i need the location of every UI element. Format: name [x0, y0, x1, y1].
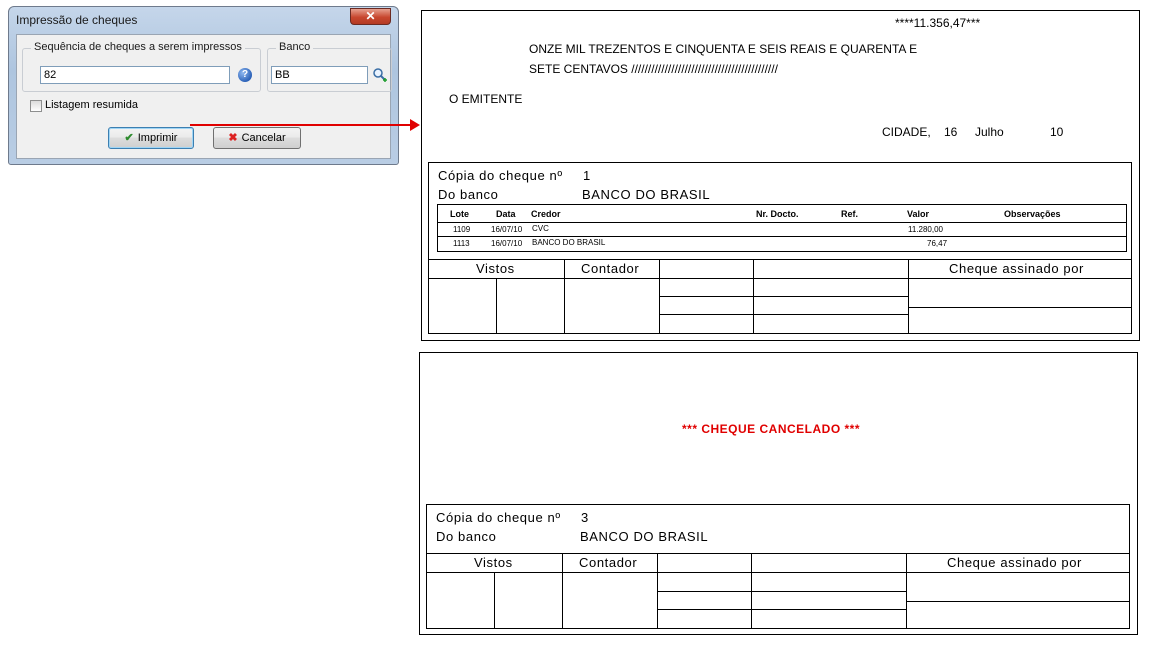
- row1-valor: 11.280,00: [908, 225, 943, 234]
- col-data: Data: [496, 209, 516, 219]
- cancel-button[interactable]: ✖ Cancelar: [213, 127, 301, 149]
- print-button[interactable]: ✔ Imprimir: [108, 127, 194, 149]
- entries-table: Lote Data Credor Nr. Docto. Ref. Valor O…: [437, 204, 1127, 252]
- bank-label: Do banco: [438, 187, 499, 202]
- cancelled-message: *** CHEQUE CANCELADO ***: [682, 422, 861, 436]
- col-valor: Valor: [907, 209, 930, 219]
- pointer-arrow: [190, 124, 412, 126]
- row2-credor: BANCO DO BRASIL: [532, 238, 606, 247]
- year: 10: [1050, 125, 1064, 139]
- bank-input[interactable]: BB: [271, 66, 368, 84]
- mid-line-2-2: [657, 609, 906, 610]
- bank-group: Banco BB: [267, 41, 392, 92]
- amount-words-line2: SETE CENTAVOS //////////////////////////…: [529, 62, 778, 76]
- copy-box-2: Cópia do cheque nº 3 Do banco BANCO DO B…: [426, 504, 1130, 629]
- row1-lote: 1109: [453, 225, 471, 234]
- search-icon[interactable]: [372, 67, 388, 83]
- copy-label-2: Cópia do cheque nº: [436, 510, 561, 525]
- row1-data: 16/07/10: [491, 225, 523, 234]
- print-cheques-dialog: Impressão de cheques ✕ Sequência de cheq…: [8, 6, 399, 165]
- col-nr-docto: Nr. Docto.: [756, 209, 799, 219]
- dialog-title: Impressão de cheques: [16, 13, 138, 27]
- copy-label: Cópia do cheque nº: [438, 168, 563, 183]
- summary-checkbox[interactable]: [30, 100, 42, 112]
- vistos-header-2: Vistos: [474, 555, 513, 570]
- amount-words-line1: ONZE MIL TREZENTOS E CINQUENTA E SEIS RE…: [529, 42, 918, 56]
- row2-valor: 76,47: [927, 239, 948, 248]
- sequence-input[interactable]: 82: [40, 66, 230, 84]
- day: 16: [944, 125, 958, 139]
- month: Julho: [975, 125, 1004, 139]
- sign-grid-top: [429, 259, 1131, 260]
- col-lote: Lote: [450, 209, 469, 219]
- print-button-label: Imprimir: [137, 132, 178, 144]
- bank-name: BANCO DO BRASIL: [582, 187, 711, 202]
- help-icon[interactable]: ?: [238, 68, 252, 82]
- bank-name-2: BANCO DO BRASIL: [580, 529, 709, 544]
- x-icon: ✖: [228, 132, 238, 144]
- sequence-group: Sequência de cheques a serem impressos 8…: [22, 41, 261, 92]
- mid-line-2-1: [657, 591, 906, 592]
- sign-divider-4: [908, 259, 909, 333]
- vistos-split: [496, 278, 497, 333]
- assinado-header: Cheque assinado por: [949, 261, 1084, 276]
- row2-data: 16/07/10: [491, 239, 523, 248]
- table-row-divider: [438, 236, 1126, 237]
- sign-divider-1: [564, 259, 565, 333]
- table-header-divider: [438, 222, 1126, 223]
- col-credor: Credor: [531, 209, 561, 219]
- vistos-split-2: [494, 572, 495, 628]
- sequence-group-label: Sequência de cheques a serem impressos: [31, 41, 245, 53]
- contador-header: Contador: [581, 261, 640, 276]
- summary-checkbox-label: Listagem resumida: [45, 99, 138, 111]
- sign-grid-header-line: [429, 278, 1131, 279]
- row1-credor: CVC: [532, 224, 549, 233]
- row2-lote: 1113: [453, 239, 470, 248]
- sign-grid-top-2: [427, 553, 1129, 554]
- mid-line-1: [659, 296, 908, 297]
- copy-number-2: 3: [581, 510, 589, 525]
- copy-box: Cópia do cheque nº 1 Do banco BANCO DO B…: [428, 162, 1132, 334]
- col-ref: Ref.: [841, 209, 859, 219]
- col-observacoes: Observações: [1004, 209, 1061, 219]
- mid-line-2: [659, 314, 908, 315]
- cheque-amount: ****11.356,47***: [895, 16, 981, 30]
- sign-divider-2-1: [562, 553, 563, 628]
- assinado-header-2: Cheque assinado por: [947, 555, 1082, 570]
- dialog-body: Sequência de cheques a serem impressos 8…: [16, 34, 392, 159]
- close-icon: ✕: [365, 9, 376, 23]
- bank-label-2: Do banco: [436, 529, 497, 544]
- pointer-arrow-head: [410, 119, 420, 131]
- sign-line-2: [906, 601, 1129, 602]
- cheque-preview-2: *** CHEQUE CANCELADO *** Cópia do cheque…: [419, 352, 1138, 635]
- sign-line: [908, 307, 1131, 308]
- copy-number: 1: [583, 168, 591, 183]
- contador-header-2: Contador: [579, 555, 638, 570]
- sign-grid-header-line-2: [427, 572, 1129, 573]
- check-icon: ✔: [124, 132, 134, 144]
- city: CIDADE,: [882, 125, 931, 139]
- payee: O EMITENTE: [449, 92, 523, 106]
- sign-divider-2-4: [906, 553, 907, 628]
- cheque-preview-1: ****11.356,47*** ONZE MIL TREZENTOS E CI…: [421, 10, 1140, 341]
- vistos-header: Vistos: [476, 261, 515, 276]
- cancel-button-label: Cancelar: [241, 132, 286, 144]
- close-button[interactable]: ✕: [350, 8, 391, 25]
- bank-group-label: Banco: [276, 41, 314, 53]
